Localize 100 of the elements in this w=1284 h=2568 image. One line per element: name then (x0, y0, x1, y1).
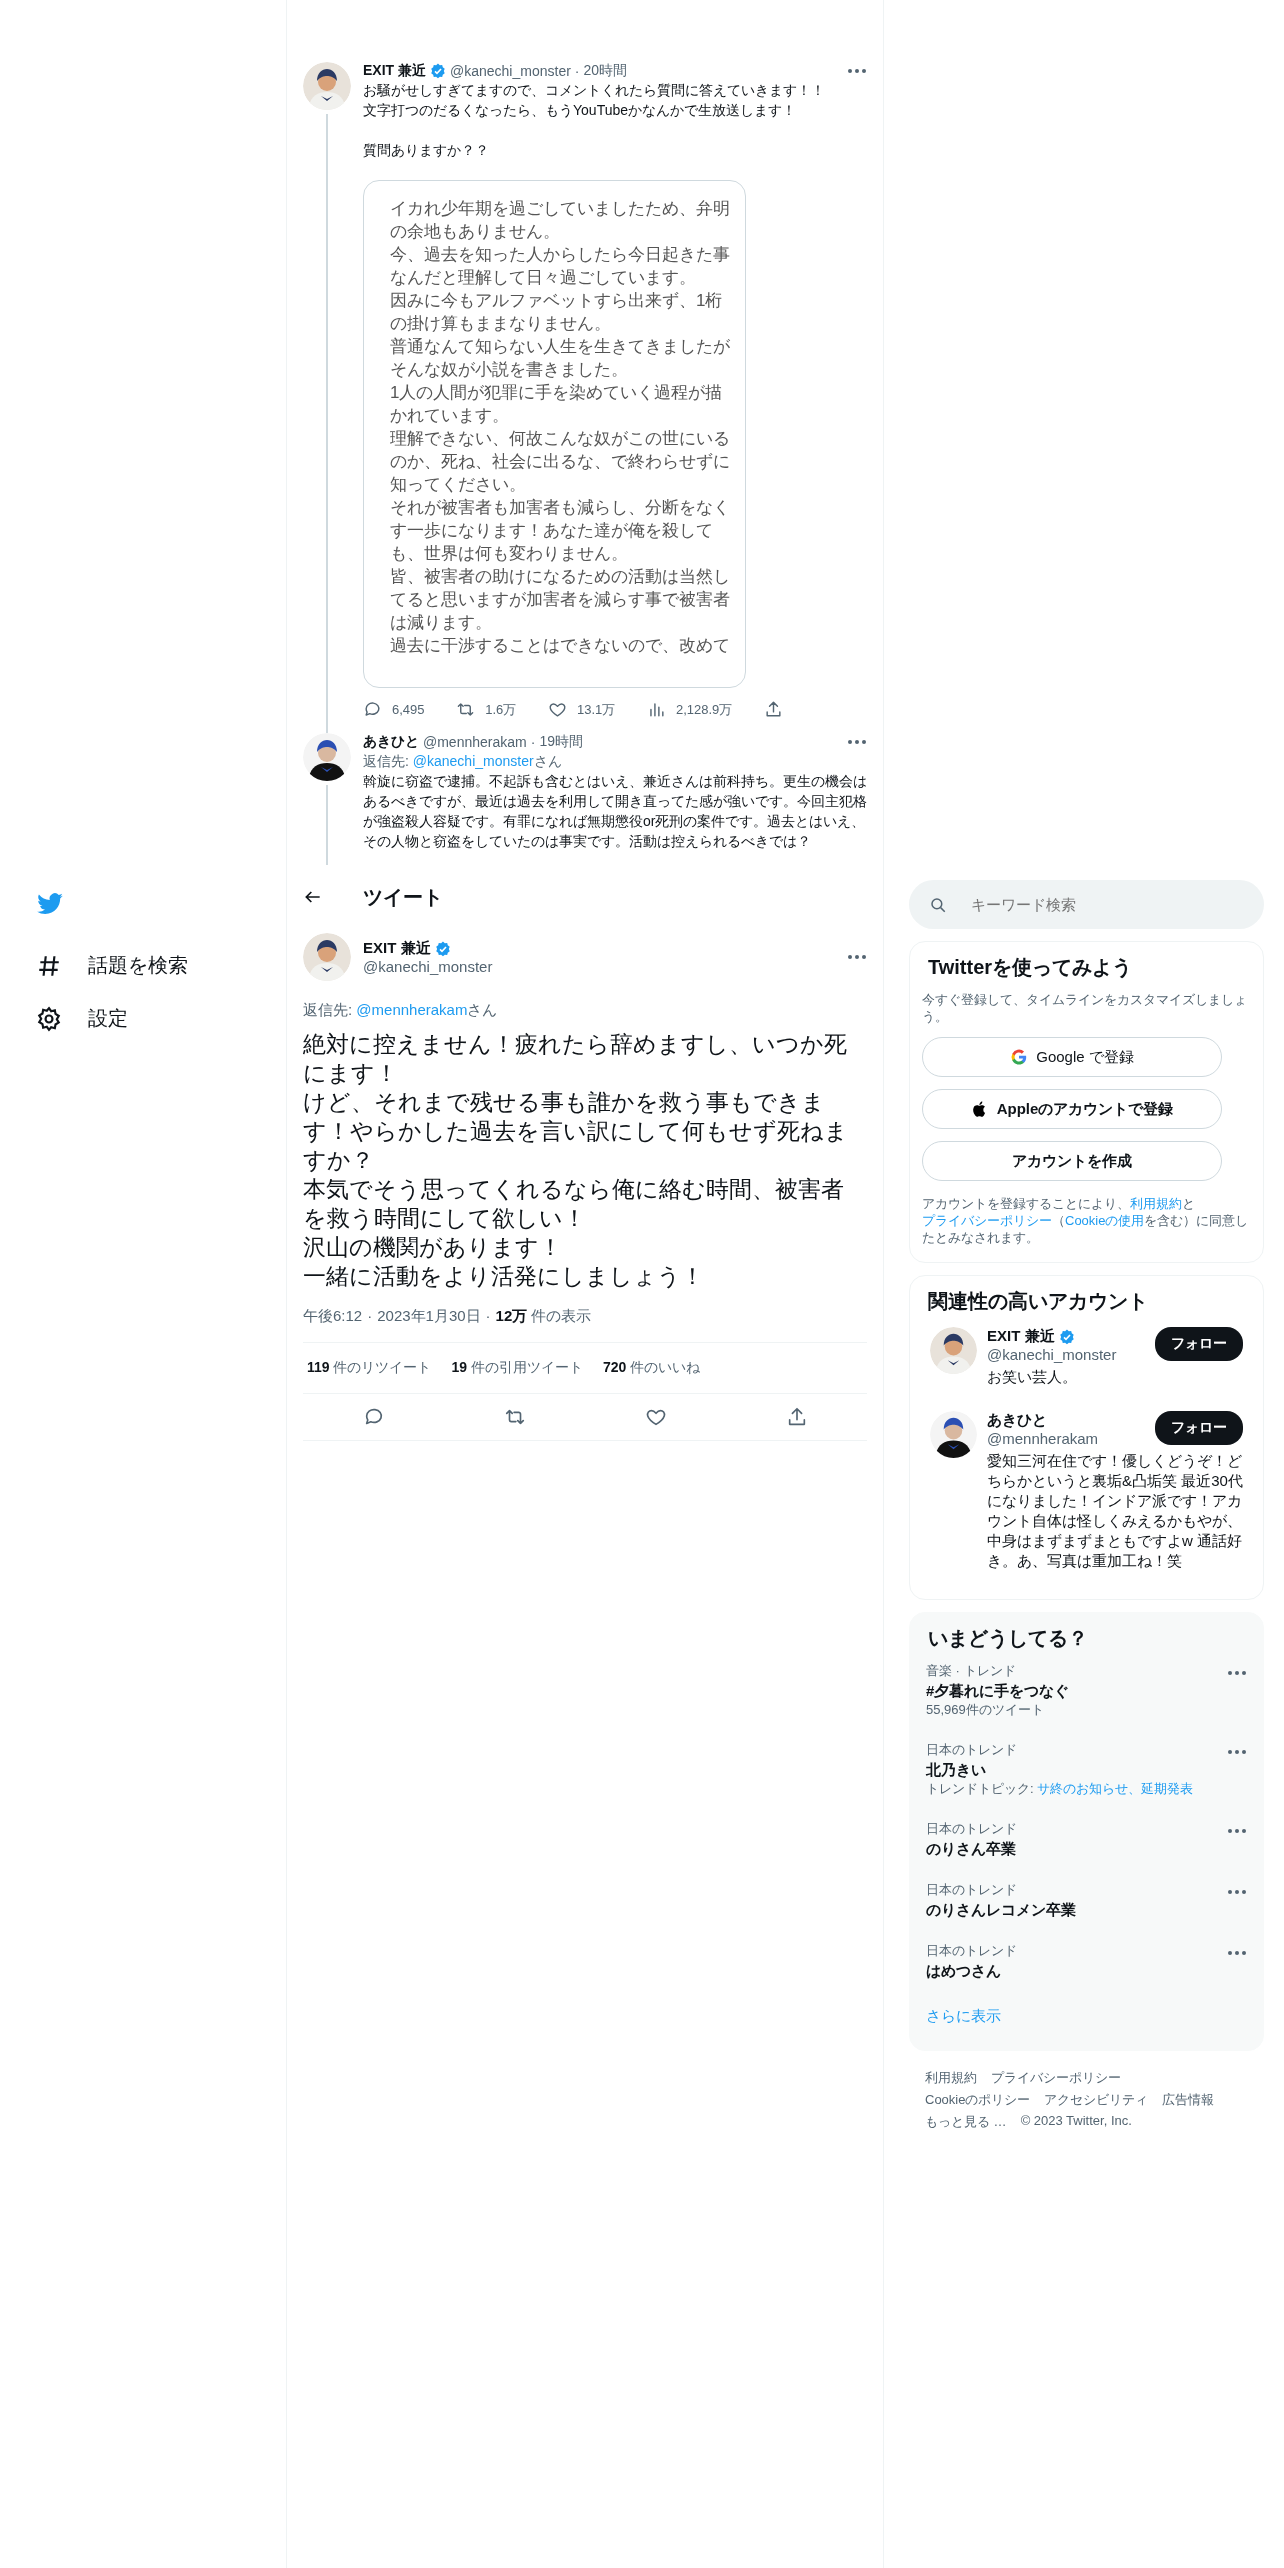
separator-dot: · (574, 63, 580, 79)
action-count: 13.1万 (576, 700, 616, 719)
card-title: いまどうしてる？ (927, 1626, 1089, 1651)
more-icon[interactable] (1227, 1950, 1247, 1956)
tweet-text: 質問ありますか？？ (363, 141, 490, 160)
tweet-text: 本気でそう思ってくれるなら俺に絡む時間、被害者を救う時間にして欲しい！ (303, 1175, 845, 1233)
image-text-line: も、世界は何も変わりません。 (390, 543, 628, 565)
engagement-count[interactable]: 720 件のいいね (602, 1359, 701, 1377)
footer-link[interactable]: 広告情報 (1162, 2091, 1215, 2109)
engagement-count[interactable]: 19 件の引用ツイート (451, 1359, 583, 1377)
image-text-line: てると思いますが加害者を減らす事で被害者 (390, 589, 730, 611)
reply-to-text: 返信先: @mennherakamさん (303, 1001, 499, 1020)
more-icon[interactable] (1227, 1670, 1247, 1676)
signup-button[interactable]: Appleのアカウントで登録 (922, 1089, 1222, 1129)
display-name[interactable]: EXIT 兼近 (363, 62, 426, 80)
user-handle: @kanechi_monster (987, 1346, 1117, 1363)
footer-link[interactable]: アクセシビリティ (1044, 2091, 1149, 2109)
more-icon[interactable] (847, 954, 867, 960)
more-icon[interactable] (847, 739, 867, 745)
tweet-text: けど、それまで残せる事も誰かを救う事もできます！やらかした過去を言い訳にして何もせず死ねますか？ (303, 1088, 849, 1175)
more-icon[interactable] (1227, 1828, 1247, 1834)
search-bar[interactable]: キーワード検索 (909, 880, 1264, 929)
footer-link[interactable]: もっと見る … (925, 2113, 1007, 2131)
avatar[interactable] (303, 933, 351, 981)
trend-title[interactable]: 北乃きい (926, 1761, 1194, 1780)
tweet-text: 文字打つのだるくなったら、もうYouTubeかなんかで生放送します！ (363, 101, 797, 120)
user-handle: @kanechi_monster (363, 958, 493, 975)
trend-context: 日本のトレンド (926, 1741, 1018, 1759)
display-name[interactable]: EXIT 兼近 (363, 939, 431, 958)
signup-button[interactable]: Google で登録 (922, 1037, 1222, 1077)
tweet-text: 一緒に活動をより活発にしましょう！ (303, 1262, 704, 1291)
reply-to-text: 返信先: @kanechi_monsterさん (363, 752, 563, 771)
trend-tweet-count: 55,969件のツイート (926, 1701, 1045, 1719)
image-text-line: の余地もありません。 (390, 221, 560, 243)
nav-item[interactable]: 話題を検索 (30, 944, 194, 987)
more-icon[interactable] (1227, 1749, 1247, 1755)
image-text-line: のか、死ね、社会に出るな、で終わらせずに (390, 451, 730, 473)
image-text-line: 理解できない、何故こんな奴がこの世にいる (390, 428, 730, 450)
image-text-line: なんだと理解して日々過ごしています。 (390, 267, 696, 289)
tweet-text: お騒がせしすぎてますので、コメントくれたら質問に答えていきます！！ (363, 81, 826, 100)
user-handle: @mennherakam (423, 734, 527, 750)
avatar[interactable] (930, 1411, 977, 1458)
card-subtitle: 今すぐ登録して、タイムラインをカスタマイズしましょう。 (922, 991, 1248, 1025)
tweet-text: 斡旋に窃盗で逮捕。不起訴も含むとはいえ、兼近さんは前科持ち。更生の機会はあるべきですが、最近は過去を利用して開き直ってた感が強いです。今回主犯格が強盗殺人容疑です。有罪になれば無期懲役or死刑の案件です。過去とはいえ、その人物と窃盗をしていたのは事実です。活動は控えられるべきでは？ (363, 772, 867, 851)
avatar[interactable] (303, 733, 351, 781)
follow-button[interactable]: フォロー (1155, 1411, 1243, 1445)
more-icon[interactable] (1227, 1889, 1247, 1895)
image-text-line: 普通なんて知らない人生を生きてきましたが (390, 336, 730, 358)
signup-button[interactable]: アカウントを作成 (922, 1141, 1222, 1181)
footer-link[interactable]: プライバシーポリシー (991, 2069, 1121, 2087)
trend-context: 日本のトレンド (926, 1820, 1017, 1838)
trend-title[interactable]: はめつさん (926, 1962, 1017, 1981)
image-card[interactable] (363, 180, 746, 688)
image-text-line: す一歩になります！あなた達が俺を殺して (390, 520, 713, 542)
tweet-text: 絶対に控えません！疲れたら辞めますし、いつか死にます！ (303, 1030, 848, 1088)
more-icon[interactable] (847, 68, 867, 74)
avatar[interactable] (303, 62, 351, 110)
tweet-text: 沢山の機関があります！ (303, 1233, 562, 1262)
avatar[interactable] (930, 1327, 977, 1374)
footer-link[interactable]: 利用規約 (925, 2069, 977, 2087)
trend-title[interactable]: のりさん卒業 (926, 1840, 1017, 1859)
card-title: Twitterを使ってみよう (927, 955, 1134, 980)
trend-context: 日本のトレンド (926, 1942, 1017, 1960)
nav-item[interactable]: 設定 (30, 997, 134, 1040)
legal-text: アカウントを登録することにより、利用規約 と プライバシーポリシー（Cookieの使用を含む）に同意したとみなされます。 (922, 1195, 1250, 1246)
image-text-line: 因みに今もアルファベットすら出来ず、1桁 (390, 290, 723, 312)
image-text-line: 知ってください。 (390, 474, 526, 496)
share-icon[interactable] (764, 700, 783, 719)
trend-title[interactable]: #夕暮れに手をつなぐ (926, 1682, 1070, 1701)
image-text-line: それが被害者も加害者も減らし、分断をなく (390, 497, 730, 519)
separator-dot: · (530, 734, 536, 750)
heart-icon[interactable] (547, 700, 567, 719)
user-handle: @kanechi_monster (450, 63, 571, 79)
image-text-line: 皆、被害者の助けになるための活動は当然し (390, 566, 730, 588)
trend-context: 日本のトレンド (926, 1881, 1018, 1899)
tweet-meta: 午後6:12 · 2023年1月30日 · 12万 件の表示 (303, 1307, 867, 1343)
image-text-line: イカれ少年期を過ごしていましたため、弁明 (390, 198, 730, 220)
reply-icon[interactable] (363, 700, 382, 719)
image-text-line: 1人の人間が犯罪に手を染めていく過程が描 (390, 382, 723, 404)
user-bio: 愛知三河在住です！優しくどうぞ！どちらかというと裏垢&凸垢笑 最近30代になりました！インドア派です！アカウント自体は怪しくみえるかもやが、中身はまずまずまともですよw 通話好き。あ、写真は重加工ね！笑 (987, 1451, 1243, 1571)
settings-icon (36, 1005, 62, 1032)
trend-title[interactable]: のりさんレコメン卒業 (926, 1901, 1076, 1920)
trend-topic: トレンドトピック: サ終のお知らせ、延期発表 (926, 1780, 1194, 1798)
display-name[interactable]: あきひと (363, 733, 419, 751)
image-text-line: 今、過去を知った人からしたら今日起きた事 (390, 244, 730, 266)
page-title: ツイート (363, 884, 443, 910)
search-field[interactable]: キーワード検索 (969, 895, 1244, 914)
action-count: 6,495 (392, 702, 425, 717)
image-text-line: かれています。 (390, 405, 509, 427)
image-text-line: そんな奴が小説を書きました。 (390, 359, 628, 381)
display-name[interactable]: EXIT 兼近 (987, 1327, 1055, 1346)
footer-link[interactable]: Cookieのポリシー (925, 2091, 1031, 2109)
follow-button[interactable]: フォロー (1155, 1327, 1243, 1361)
retweet-icon[interactable] (456, 700, 476, 719)
card-title: 関連性の高いアカウント (927, 1289, 1149, 1314)
display-name[interactable]: あきひと (987, 1411, 1047, 1430)
action-count: 1.6万 (485, 700, 517, 719)
engagement-count[interactable]: 119 件のリツイート (307, 1359, 432, 1377)
copyright-text: © 2023 Twitter, Inc. (1020, 2113, 1132, 2130)
user-bio: お笑い芸人。 (987, 1367, 1078, 1387)
